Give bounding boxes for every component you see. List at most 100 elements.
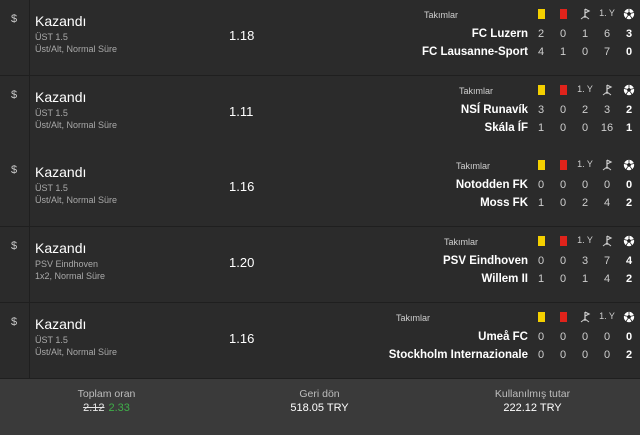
bet-market: Üst/Alt, Normal Süre [35,120,118,130]
bet-odds: 1.16 [229,331,255,346]
bet-odds: 1.20 [229,255,255,270]
header-first-half: 1. Y [576,159,594,169]
first-half-label: 1. Y [577,84,593,94]
team-name: Umeå FC [478,331,528,343]
bet-status: Kazandı [35,13,87,29]
bet-gutter: $ [0,151,30,226]
header-corners [576,311,594,325]
match-stats: Takımlar 1. Y NSÍ Runavík 3 0 2 3 2 Skála ÍF 1 0 0 1… [455,80,635,146]
stake-block: Kullanılmış tutar 222.12 TRY [426,388,639,414]
stat-cell: 0 [603,349,611,361]
dollar-icon: $ [11,13,18,25]
stat-cell: 0 [559,349,567,361]
stat-cell: 1 [625,122,633,134]
header-first-half: 1. Y [576,84,594,94]
stat-cell: 0 [537,331,545,343]
bet-summary-footer: Toplam oran 2.12 2.33 Geri dön 518.05 TRY… [0,378,640,435]
red-card-icon [559,85,567,95]
stat-cell: 1 [581,273,589,285]
header-corners [598,235,616,249]
stat-cell: 0 [581,331,589,343]
return-block: Geri dön 518.05 TRY [213,388,426,414]
stat-cell: 0 [537,179,545,191]
match-stats: Takımlar 1. Y Notodden FK 0 0 0 0 0 Moss FK 1 0 2 4 2 [452,155,635,221]
corner-flag-icon [601,235,613,247]
teams-label: Takımlar [456,161,491,171]
stat-cell: 0 [559,179,567,191]
header-goals [620,8,638,22]
bet-market: Üst/Alt, Normal Süre [35,347,118,357]
football-icon [623,311,635,323]
team-name: Moss FK [480,197,528,209]
stat-cell: 0 [559,255,567,267]
team-name: Notodden FK [455,179,528,191]
team-name: PSV Eindhoven [443,255,528,267]
bet-gutter: $ [0,0,30,75]
bet-item[interactable]: $ Kazandı ÜST 1.5 Üst/Alt, Normal Süre 1.16 T… [0,303,640,379]
bet-item[interactable]: $ Kazandı PSV Eindhoven 1x2, Normal Süre 1.2… [0,227,640,303]
match-stats: Takımlar 1. Y FC Luzern 2 0 1 6 3 FC Lausanne-Sp… [420,4,635,70]
stat-cell: 0 [559,197,567,209]
yellow-card-icon [537,312,545,322]
bet-item[interactable]: $ Kazandı ÜST 1.5 Üst/Alt, Normal Süre 1.18 T… [0,0,640,76]
red-card-icon [559,312,567,322]
dollar-icon: $ [11,89,18,101]
corner-flag-icon [579,8,591,20]
football-icon [623,84,635,96]
yellow-card-icon [537,236,545,246]
header-first-half: 1. Y [576,235,594,245]
team-name: NSÍ Runavík [460,104,528,116]
stat-cell: 1 [581,28,589,40]
stat-cell: 1 [537,273,545,285]
team-stats-row: Skála ÍF 1 0 0 16 1 [455,120,635,137]
header-red-cards [554,159,572,172]
team-name: FC Luzern [471,28,528,40]
header-first-half: 1. Y [598,311,616,321]
stat-cell: 4 [537,46,545,58]
red-card-icon [559,160,567,170]
dollar-icon: $ [11,316,18,328]
stat-cell: 1 [537,197,545,209]
header-yellow-cards [532,311,550,324]
header-yellow-cards [532,159,550,172]
bet-status: Kazandı [35,240,87,256]
match-stats-header: Takımlar 1. Y [440,231,635,251]
header-goals [620,84,638,98]
bet-odds: 1.18 [229,28,255,43]
stat-cell: 3 [537,104,545,116]
stat-cell: 0 [559,331,567,343]
header-corners [576,8,594,22]
stat-cell: 0 [625,179,633,191]
bet-item[interactable]: $ Kazandı ÜST 1.5 Üst/Alt, Normal Süre 1.11 T… [0,76,640,152]
return-label: Geri dön [299,388,340,400]
bet-market: Üst/Alt, Normal Süre [35,44,118,54]
match-stats: Takımlar 1. Y PSV Eindhoven 0 0 3 7 4 Willem II 1… [440,231,635,297]
header-red-cards [554,8,572,21]
match-stats-header: Takımlar 1. Y [455,80,635,100]
stat-cell: 2 [581,104,589,116]
header-corners [598,84,616,98]
bet-selection: ÜST 1.5 [35,32,68,42]
stat-cell: 0 [581,46,589,58]
stat-cell: 0 [559,104,567,116]
bet-gutter: $ [0,303,30,378]
stat-cell: 4 [603,273,611,285]
bet-item[interactable]: $ Kazandı ÜST 1.5 Üst/Alt, Normal Süre 1.16 T… [0,151,640,227]
bet-gutter: $ [0,76,30,151]
bet-market: 1x2, Normal Süre [35,271,106,281]
stat-cell: 0 [625,46,633,58]
stat-cell: 2 [537,28,545,40]
red-card-icon [559,9,567,19]
bet-market: Üst/Alt, Normal Süre [35,195,118,205]
bet-gutter: $ [0,227,30,302]
stat-cell: 0 [559,28,567,40]
header-goals [620,235,638,249]
team-stats-row: PSV Eindhoven 0 0 3 7 4 [440,253,635,270]
header-first-half: 1. Y [598,8,616,18]
header-goals [620,311,638,325]
team-stats-row: FC Lausanne-Sport 4 1 0 7 0 [420,44,635,61]
total-odds-new: 2.33 [108,402,130,414]
header-corners [598,159,616,173]
stat-cell: 0 [537,349,545,361]
bet-selection: ÜST 1.5 [35,335,68,345]
